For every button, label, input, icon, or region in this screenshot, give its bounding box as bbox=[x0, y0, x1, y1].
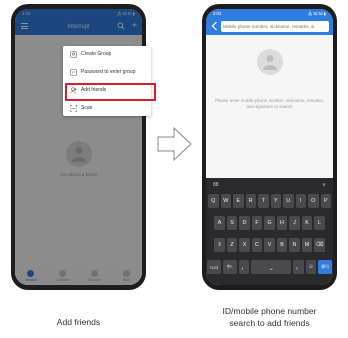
back-icon[interactable] bbox=[211, 21, 218, 31]
menu-item-scan[interactable]: Scan bbox=[63, 101, 151, 115]
caption-right-line2: search to add friends bbox=[229, 318, 310, 328]
key[interactable]: D bbox=[239, 216, 250, 230]
key[interactable]: X bbox=[239, 238, 250, 252]
search-header bbox=[206, 18, 333, 35]
status-time: 2:03 bbox=[213, 11, 222, 16]
key[interactable]: F bbox=[251, 216, 263, 230]
status-icons: ⁂ 5ᵢl 5ᵢl ▮ bbox=[308, 11, 326, 16]
soft-keyboard: 88 ∨ Q W E R T Y U I O P A S D F G H J K… bbox=[206, 178, 333, 285]
shift-key[interactable]: ⇧ bbox=[214, 238, 225, 252]
key[interactable]: O bbox=[308, 194, 319, 208]
keyboard-collapse-icon[interactable]: ∨ bbox=[322, 182, 326, 188]
search-box bbox=[221, 21, 329, 32]
left-phone-frame: 2:03 ⁂ 5ᵢl 5ᵢl ▮ Interrupt + Go chat to … bbox=[11, 4, 156, 290]
search-input[interactable] bbox=[223, 21, 327, 32]
enter-key[interactable]: 换行 bbox=[318, 260, 333, 274]
key[interactable]: J bbox=[289, 216, 300, 230]
keyboard-row-2: A S D F G H J K L bbox=[206, 216, 333, 230]
empty-avatar-icon bbox=[256, 49, 283, 75]
caption-left: Add friends bbox=[56, 317, 101, 327]
add-friends-highlight bbox=[65, 83, 156, 101]
scan-icon bbox=[70, 104, 77, 112]
right-phone-frame: 2:03 ⁂ 5ᵢl 5ᵢl ▮ Please enter mobile pho… bbox=[202, 4, 337, 290]
language-key[interactable]: 中/, bbox=[222, 260, 237, 274]
keyboard-toolbar: 88 ∨ bbox=[206, 178, 333, 192]
key[interactable]: S bbox=[226, 216, 238, 230]
key[interactable]: Y bbox=[270, 194, 281, 208]
emoji-key[interactable]: ☺ bbox=[305, 260, 317, 274]
menu-item-create-group[interactable]: Create Group bbox=[63, 47, 151, 61]
key[interactable]: E bbox=[233, 194, 244, 208]
key[interactable]: Q bbox=[208, 194, 219, 208]
keyboard-row-3: ⇧ Z X C V B N M ⌫ bbox=[206, 238, 333, 252]
space-key[interactable]: ⎵ bbox=[251, 260, 292, 274]
key[interactable]: K bbox=[301, 216, 313, 230]
keyboard-row-1: Q W E R T Y U I O P bbox=[206, 194, 333, 208]
backspace-key[interactable]: ⌫ bbox=[314, 238, 325, 252]
key[interactable]: W bbox=[220, 194, 231, 208]
key[interactable]: G bbox=[264, 216, 275, 230]
key[interactable]: U bbox=[283, 194, 294, 208]
status-bar: 2:03 ⁂ 5ᵢl 5ᵢl ▮ bbox=[206, 9, 333, 18]
key[interactable]: M bbox=[301, 238, 313, 252]
key[interactable]: I bbox=[295, 194, 306, 208]
key[interactable]: N bbox=[289, 238, 300, 252]
plus-dropdown-menu: Create Group P Password to enter group A… bbox=[63, 46, 151, 116]
key[interactable]: V bbox=[264, 238, 275, 252]
key[interactable]: P bbox=[320, 194, 331, 208]
key[interactable]: Z bbox=[226, 238, 238, 252]
keyboard-grid-icon[interactable]: 88 bbox=[213, 182, 219, 188]
arrow-right-icon bbox=[157, 126, 192, 162]
svg-text:P: P bbox=[72, 71, 75, 75]
create-group-icon bbox=[70, 50, 77, 58]
caption-right-line1: ID/mobile phone number bbox=[222, 306, 317, 316]
key[interactable]: A bbox=[214, 216, 225, 230]
key[interactable]: B bbox=[276, 238, 288, 252]
comma-key[interactable]: ， bbox=[238, 260, 250, 274]
key[interactable]: H bbox=[276, 216, 288, 230]
search-hint: Please enter mobile phone number, nickna… bbox=[215, 98, 324, 109]
key[interactable]: L bbox=[314, 216, 325, 230]
keyboard-row-4: ?123 中/, ， ⎵ 。 ☺ 换行 bbox=[206, 260, 333, 274]
search-results-area: Please enter mobile phone number, nickna… bbox=[206, 35, 333, 178]
key[interactable]: T bbox=[258, 194, 269, 208]
period-key[interactable]: 。 bbox=[293, 260, 304, 274]
key[interactable]: C bbox=[251, 238, 263, 252]
menu-item-password-group[interactable]: P Password to enter group bbox=[63, 65, 151, 79]
key[interactable]: R bbox=[245, 194, 256, 208]
password-icon: P bbox=[70, 68, 77, 76]
symbols-key[interactable]: ?123 bbox=[206, 260, 221, 274]
right-phone-screen: 2:03 ⁂ 5ᵢl 5ᵢl ▮ Please enter mobile pho… bbox=[206, 9, 333, 285]
